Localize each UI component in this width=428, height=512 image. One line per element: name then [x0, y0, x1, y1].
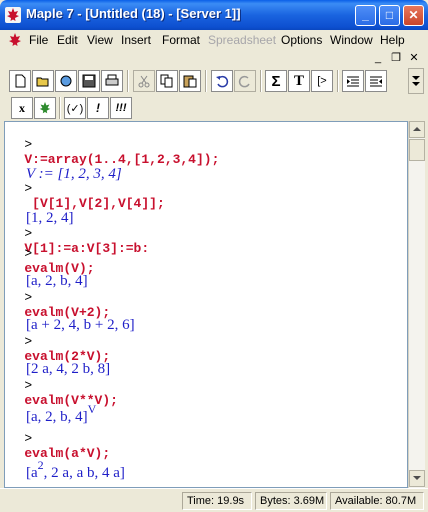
copy-icon: [160, 74, 173, 88]
paste-button[interactable]: [179, 70, 201, 92]
status-bar: Time: 19.9s Bytes: 3.69M Available: 80.7…: [0, 488, 428, 512]
close-button[interactable]: ✕: [403, 5, 424, 26]
prompt-symbol: >: [24, 378, 33, 393]
output-line: [a2, 2 a, a b, 4 a]: [11, 448, 125, 487]
menu-view[interactable]: View: [87, 33, 113, 47]
context-toolbar: x (✓) ! !!!: [0, 96, 428, 121]
main-toolbar: Σ T [>: [0, 68, 428, 96]
mdi-minimize-button[interactable]: _: [370, 50, 386, 66]
execute-all-icon: !!!: [115, 102, 127, 114]
output-superscript: 2: [37, 458, 44, 472]
close-icon: ✕: [409, 52, 419, 64]
mdi-close-button[interactable]: ✕: [406, 50, 422, 66]
toolbar-overflow-button[interactable]: [408, 68, 424, 94]
document-icon[interactable]: [7, 32, 23, 48]
sigma-icon: Σ: [271, 72, 281, 90]
insert-text-button[interactable]: T: [288, 70, 310, 92]
execute-all-button[interactable]: !!!: [110, 97, 132, 119]
toolbar-separator: [127, 70, 129, 92]
mdi-restore-button[interactable]: ❐: [388, 50, 404, 66]
window-title: Maple 7 - [Untitled (18) - [Server 1]]: [26, 6, 241, 21]
status-bytes: Bytes: 3.69M: [255, 492, 327, 510]
worksheet[interactable]: > V:=array(1..4,[1,2,3,4]); V := [1, 2, …: [4, 121, 408, 488]
chevron-down-icon: [413, 476, 421, 480]
menu-format[interactable]: Format: [162, 33, 200, 47]
menu-spreadsheet[interactable]: Spreadsheet: [208, 33, 276, 47]
outdent-button[interactable]: [342, 70, 364, 92]
globe-folder-icon: [60, 75, 72, 87]
undo-icon: [216, 75, 229, 88]
toolbar-separator: [59, 97, 61, 119]
prompt-symbol: >: [24, 431, 33, 446]
execute-icon: !: [96, 101, 100, 115]
close-icon: ✕: [408, 8, 419, 22]
validate-button[interactable]: (✓): [64, 97, 86, 119]
text-icon: T: [293, 72, 304, 89]
restore-icon: ❐: [391, 52, 401, 64]
math-mode-button[interactable]: x: [11, 97, 33, 119]
printer-icon: [105, 74, 119, 86]
maximize-button[interactable]: □: [379, 5, 400, 26]
minimize-button[interactable]: _: [355, 5, 376, 26]
indent-button[interactable]: [365, 70, 387, 92]
status-available: Available: 80.7M: [330, 492, 424, 510]
output-text-tail: , 2 a, a b, 4 a]: [43, 465, 125, 481]
print-button[interactable]: [101, 70, 123, 92]
menu-options[interactable]: Options: [281, 33, 322, 47]
insert-math-button[interactable]: Σ: [265, 70, 287, 92]
maple-leaf-icon: [39, 101, 51, 114]
new-button[interactable]: [9, 70, 31, 92]
insert-prompt-button[interactable]: [>: [311, 70, 333, 92]
menu-window[interactable]: Window: [330, 33, 373, 47]
execute-button[interactable]: !: [87, 97, 109, 119]
menu-bar: File Edit View Insert Format Spreadsheet…: [0, 30, 428, 50]
open-url-button[interactable]: [55, 70, 77, 92]
maple-input-button[interactable]: [34, 97, 56, 119]
menu-insert[interactable]: Insert: [121, 33, 151, 47]
title-bar: Maple 7 - [Untitled (18) - [Server 1]] _…: [0, 0, 428, 30]
new-file-icon: [15, 74, 26, 88]
chevron-down-icon: [412, 76, 420, 86]
floppy-disk-icon: [82, 74, 96, 88]
redo-button[interactable]: [234, 70, 256, 92]
redo-icon: [238, 75, 250, 88]
scroll-down-button[interactable]: [409, 470, 425, 487]
indent-icon: [370, 76, 382, 87]
save-button[interactable]: [78, 70, 100, 92]
minimize-icon: _: [362, 8, 369, 22]
toolbar-separator: [260, 70, 262, 92]
x-math-icon: x: [19, 100, 25, 115]
output-text: [a: [26, 465, 38, 481]
prompt-icon: [>: [317, 75, 327, 87]
menu-help[interactable]: Help: [380, 33, 405, 47]
maple-leaf-icon: [5, 7, 21, 23]
scroll-up-button[interactable]: [409, 121, 425, 138]
copy-button[interactable]: [156, 70, 178, 92]
chevron-up-icon: [413, 127, 421, 131]
outdent-icon: [347, 76, 359, 87]
status-time: Time: 19.9s: [182, 492, 252, 510]
toolbar-separator: [205, 70, 207, 92]
toolbar-separator: [337, 70, 339, 92]
menu-edit[interactable]: Edit: [57, 33, 78, 47]
minimize-icon: _: [374, 52, 382, 64]
vertical-scrollbar[interactable]: [408, 121, 425, 488]
menu-file[interactable]: File: [29, 33, 48, 47]
scroll-thumb[interactable]: [409, 139, 425, 161]
open-button[interactable]: [32, 70, 54, 92]
cut-button[interactable]: [133, 70, 155, 92]
folder-open-icon: [36, 77, 49, 87]
paste-icon: [183, 75, 197, 88]
output-superscript: V: [87, 402, 97, 416]
maximize-icon: □: [385, 8, 394, 22]
scissors-icon: [138, 75, 150, 88]
check-icon: (✓): [66, 102, 84, 115]
undo-button[interactable]: [211, 70, 233, 92]
